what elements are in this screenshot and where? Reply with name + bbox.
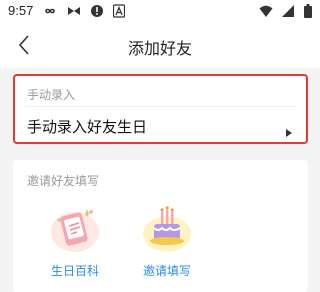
status-icons-left [42, 4, 129, 18]
wifi-icon [259, 5, 273, 17]
nav-bar: 添加好友 [0, 22, 320, 68]
infinity-icon [45, 8, 55, 14]
tile-label: 生日百科 [50, 264, 99, 278]
caret-right-icon [286, 122, 292, 141]
tile-label: 邀请填写 [142, 264, 191, 278]
manual-entry-card: 手动录入 手动录入好友生日 [13, 74, 308, 144]
page-title: 添加好友 [127, 39, 192, 58]
a-badge-icon [113, 4, 126, 18]
status-bar: 9:57 [0, 0, 320, 22]
tile-invite-fill[interactable]: 邀请填写 [127, 200, 207, 286]
signal-icon [281, 5, 294, 17]
divider [25, 106, 296, 107]
manual-entry-row[interactable]: 手动录入好友生日 [15, 112, 306, 140]
tile-birthday-encyclopedia[interactable]: 生日百科 [35, 200, 115, 286]
invite-section: 邀请好友填写 生日百科 邀请填写 [13, 160, 308, 292]
birthday-cake-icon [143, 206, 191, 252]
alert-circle-icon [91, 5, 104, 17]
bowtie-icon [68, 7, 81, 15]
battery-icon [304, 4, 312, 18]
status-icons-right [255, 4, 312, 18]
birthday-card-icon [51, 209, 99, 252]
manual-entry-label: 手动录入好友生日 [27, 118, 148, 136]
manual-entry-header: 手动录入 [27, 88, 76, 102]
status-time: 9:57 [8, 3, 34, 18]
invite-section-header: 邀请好友填写 [27, 174, 100, 188]
